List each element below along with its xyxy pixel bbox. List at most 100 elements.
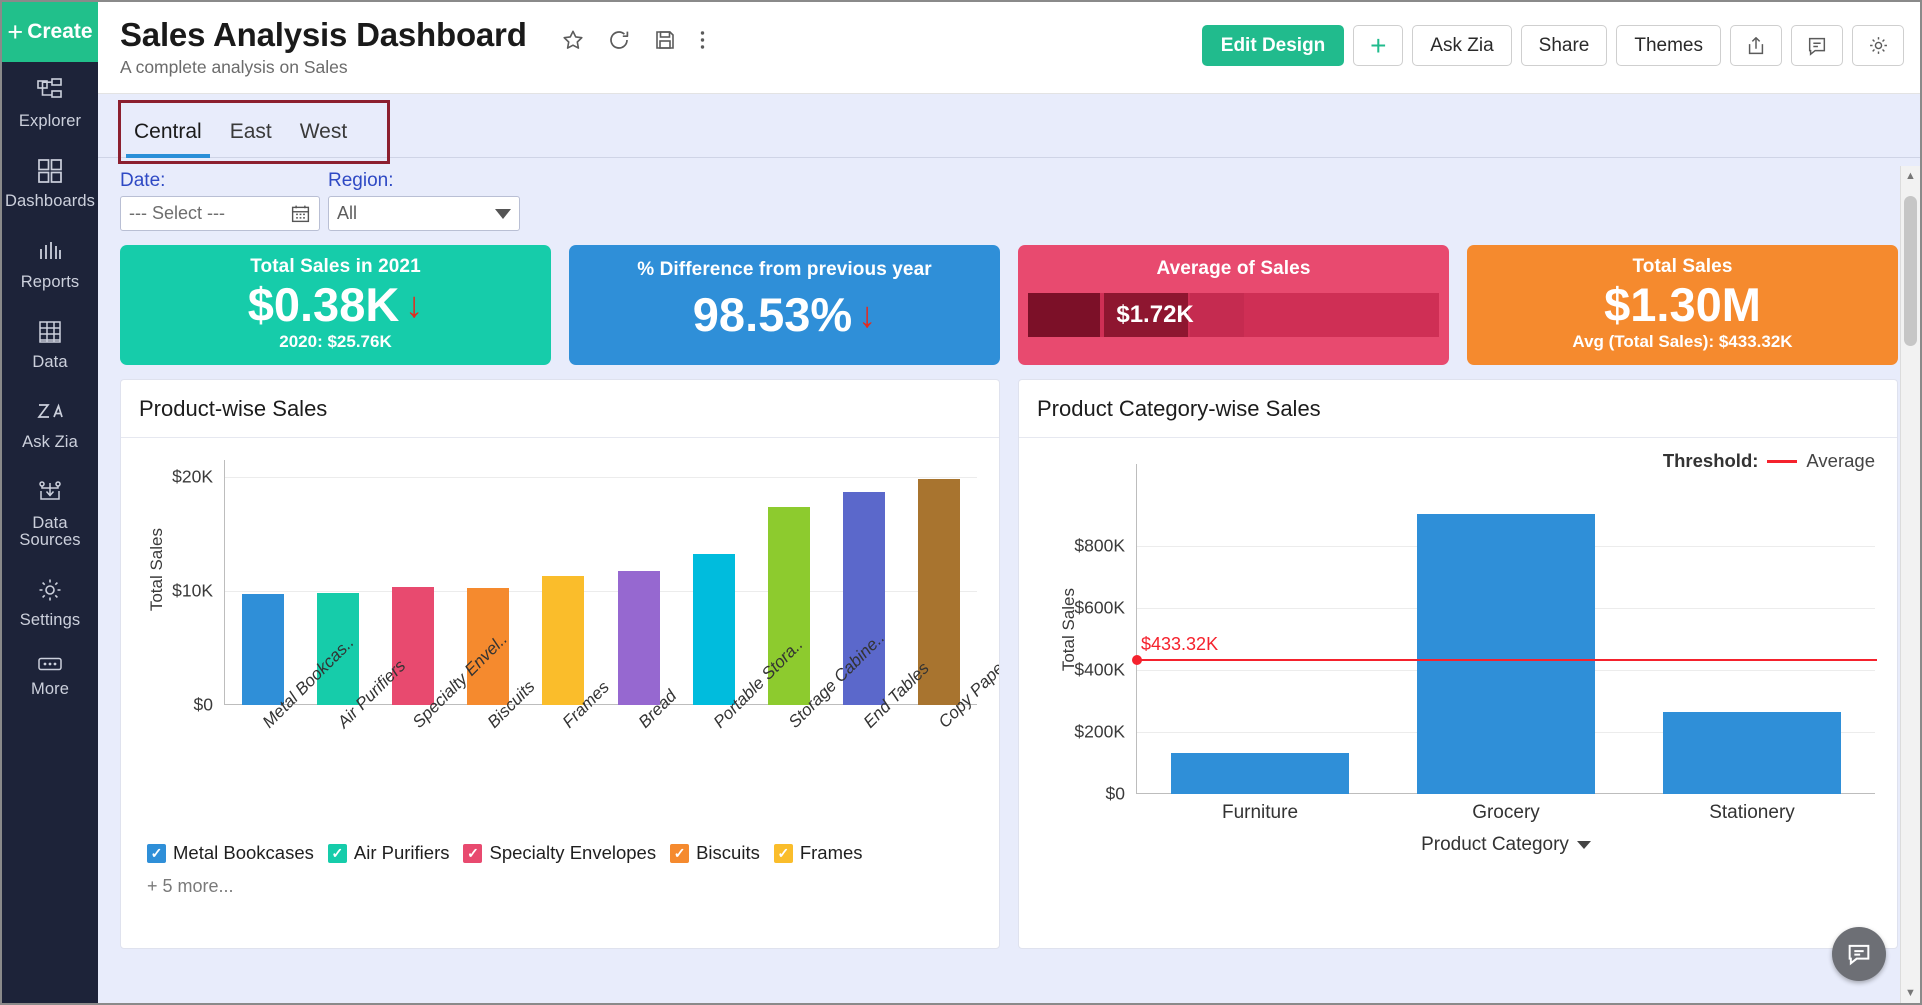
legend-item[interactable]: ✓ Air Purifiers (327, 842, 449, 864)
card-title: Product-wise Sales (121, 380, 999, 438)
tab-east[interactable]: East (216, 108, 286, 157)
kpi-card-total-sales-2021[interactable]: Total Sales in 2021 $0.38K ↓ 2020: $25.7… (120, 245, 551, 365)
kpi-card-percent-difference[interactable]: % Difference from previous year 98.53% ↓ (569, 245, 1000, 365)
bar[interactable] (617, 570, 660, 705)
x-label-slot: Bread (601, 686, 680, 830)
threshold-line-swatch (1767, 459, 1798, 463)
legend-item[interactable]: ✓ Metal Bookcases (147, 842, 314, 864)
sidebar-item-settings[interactable]: Settings (2, 561, 98, 641)
vertical-scrollbar[interactable]: ▲ ▼ (1900, 166, 1920, 1003)
sidebar-item-ask-zia[interactable]: Ask Zia (2, 383, 98, 463)
legend-item[interactable]: ✓ Specialty Envelopes (463, 842, 656, 864)
settings-button[interactable] (1852, 25, 1904, 66)
save-icon[interactable] (653, 28, 677, 52)
scrollbar-thumb[interactable] (1904, 196, 1917, 346)
gear-icon (35, 575, 65, 605)
date-filter-input[interactable]: --- Select --- (120, 196, 320, 231)
bar[interactable] (692, 554, 735, 705)
sidebar-item-data-sources[interactable]: Data Sources (2, 464, 98, 562)
chat-bubble-icon (1845, 940, 1873, 968)
region-filter-select[interactable]: All (328, 196, 520, 231)
legend-checkbox[interactable]: ✓ (773, 843, 793, 863)
kpi-card-average-of-sales[interactable]: Average of Sales $1.72K (1018, 245, 1449, 365)
x-axis-title-b[interactable]: Product Category (1137, 834, 1875, 856)
region-filter-value: All (337, 203, 358, 223)
bullet-gauge: $1.72K (1028, 293, 1439, 337)
page-title: Sales Analysis Dashboard (120, 16, 527, 53)
plot-area-b: $433.32K (1132, 464, 1877, 794)
plus-icon: + (7, 16, 24, 47)
legend-checkbox[interactable]: ✓ (327, 843, 347, 863)
add-button[interactable]: + (1353, 25, 1404, 66)
x-label-slot: Biscuits (451, 677, 539, 830)
filter-bar: Date: --- Select --- Region: All (98, 158, 1920, 245)
x-label-slot: Frames (526, 677, 613, 830)
sidebar-item-label: Explorer (18, 112, 82, 130)
threshold-name[interactable]: Average (1806, 450, 1875, 472)
legend-more-link[interactable]: + 5 more... (147, 876, 983, 897)
filter-label: Date: (120, 170, 166, 191)
x-label-slot: End Tables (827, 659, 933, 830)
x-axis-tick-label: Grocery (1472, 802, 1540, 823)
scroll-up-button[interactable]: ▲ (1901, 166, 1920, 186)
bar[interactable] (1663, 711, 1841, 794)
ask-zia-button[interactable]: Ask Zia (1412, 25, 1512, 66)
kpi-value: 98.53% (692, 288, 853, 341)
comment-button[interactable] (1791, 25, 1843, 66)
edit-design-button[interactable]: Edit Design (1201, 25, 1345, 66)
tab-west[interactable]: West (286, 108, 361, 157)
sidebar-item-explorer[interactable]: Explorer (2, 62, 98, 142)
scroll-down-button[interactable]: ▼ (1901, 983, 1920, 1003)
legend-checkbox[interactable]: ✓ (463, 843, 483, 863)
bar-series-b (1137, 496, 1875, 794)
bar[interactable] (241, 594, 284, 705)
y-axis-tick-label: $600K (1074, 597, 1125, 618)
kpi-card-total-sales[interactable]: Total Sales $1.30M Avg (Total Sales): $4… (1467, 245, 1898, 365)
bar[interactable] (391, 587, 435, 705)
legend-item[interactable]: ✓ Frames (773, 842, 863, 864)
chart-product-category-wise-sales: Threshold: Average Total Sales $433.32K … (1019, 438, 1897, 948)
bar[interactable] (1417, 514, 1595, 794)
kpi-title: Total Sales (1632, 256, 1733, 277)
bullet-segment (1190, 293, 1244, 337)
bar[interactable] (1171, 753, 1349, 794)
y-axis-tick-label: $10K (172, 580, 213, 601)
star-icon[interactable] (561, 28, 585, 52)
x-label-slot: Air Purifiers (300, 656, 410, 830)
sidebar-item-reports[interactable]: Reports (2, 223, 98, 303)
kpi-row: Total Sales in 2021 $0.38K ↓ 2020: $25.7… (120, 245, 1898, 365)
legend-checkbox[interactable]: ✓ (147, 843, 166, 863)
legend-checkbox[interactable]: ✓ (670, 843, 690, 863)
create-button[interactable]: + Create (2, 2, 98, 62)
date-filter-value: --- Select --- (129, 203, 225, 223)
sidebar-item-more[interactable]: More (2, 642, 98, 710)
tab-central[interactable]: Central (120, 108, 216, 158)
dashboards-icon (35, 156, 65, 186)
threshold-label: Threshold: (1662, 450, 1759, 471)
chart-cards-row: Product-wise Sales Total Sales $20K $10K $… (120, 379, 1898, 949)
kpi-subtext: 2020: $25.76K (279, 332, 392, 351)
kpi-title: Average of Sales (1156, 258, 1311, 279)
share-button[interactable]: Share (1520, 25, 1608, 66)
reports-icon (35, 237, 65, 267)
sidebar-item-dashboards[interactable]: Dashboards (2, 142, 98, 222)
chat-fab-button[interactable] (1832, 927, 1886, 981)
calendar-icon (290, 203, 311, 224)
export-button[interactable] (1730, 25, 1782, 66)
refresh-icon[interactable] (607, 28, 631, 52)
chevron-down-icon (495, 208, 511, 219)
title-icon-group (561, 28, 706, 52)
legend-item[interactable]: ✓ Biscuits (670, 842, 760, 864)
kpi-value-wrap: 98.53% ↓ (692, 288, 876, 341)
gear-icon (1867, 34, 1890, 57)
app-header: Sales Analysis Dashboard A complete anal… (98, 2, 1920, 94)
sidebar-collapse-button[interactable] (2, 720, 98, 752)
kpi-value-wrap: $0.38K ↓ (248, 280, 424, 330)
more-vertical-icon[interactable] (699, 28, 706, 52)
themes-button[interactable]: Themes (1616, 25, 1721, 66)
x-axis-title-text: Product Category (1421, 834, 1569, 855)
tabstrip-wrapper: Central East West (98, 94, 1920, 164)
x-axis-tick-label: Furniture (1221, 802, 1299, 823)
bar[interactable] (542, 575, 585, 705)
sidebar-item-data[interactable]: Data (2, 303, 98, 383)
